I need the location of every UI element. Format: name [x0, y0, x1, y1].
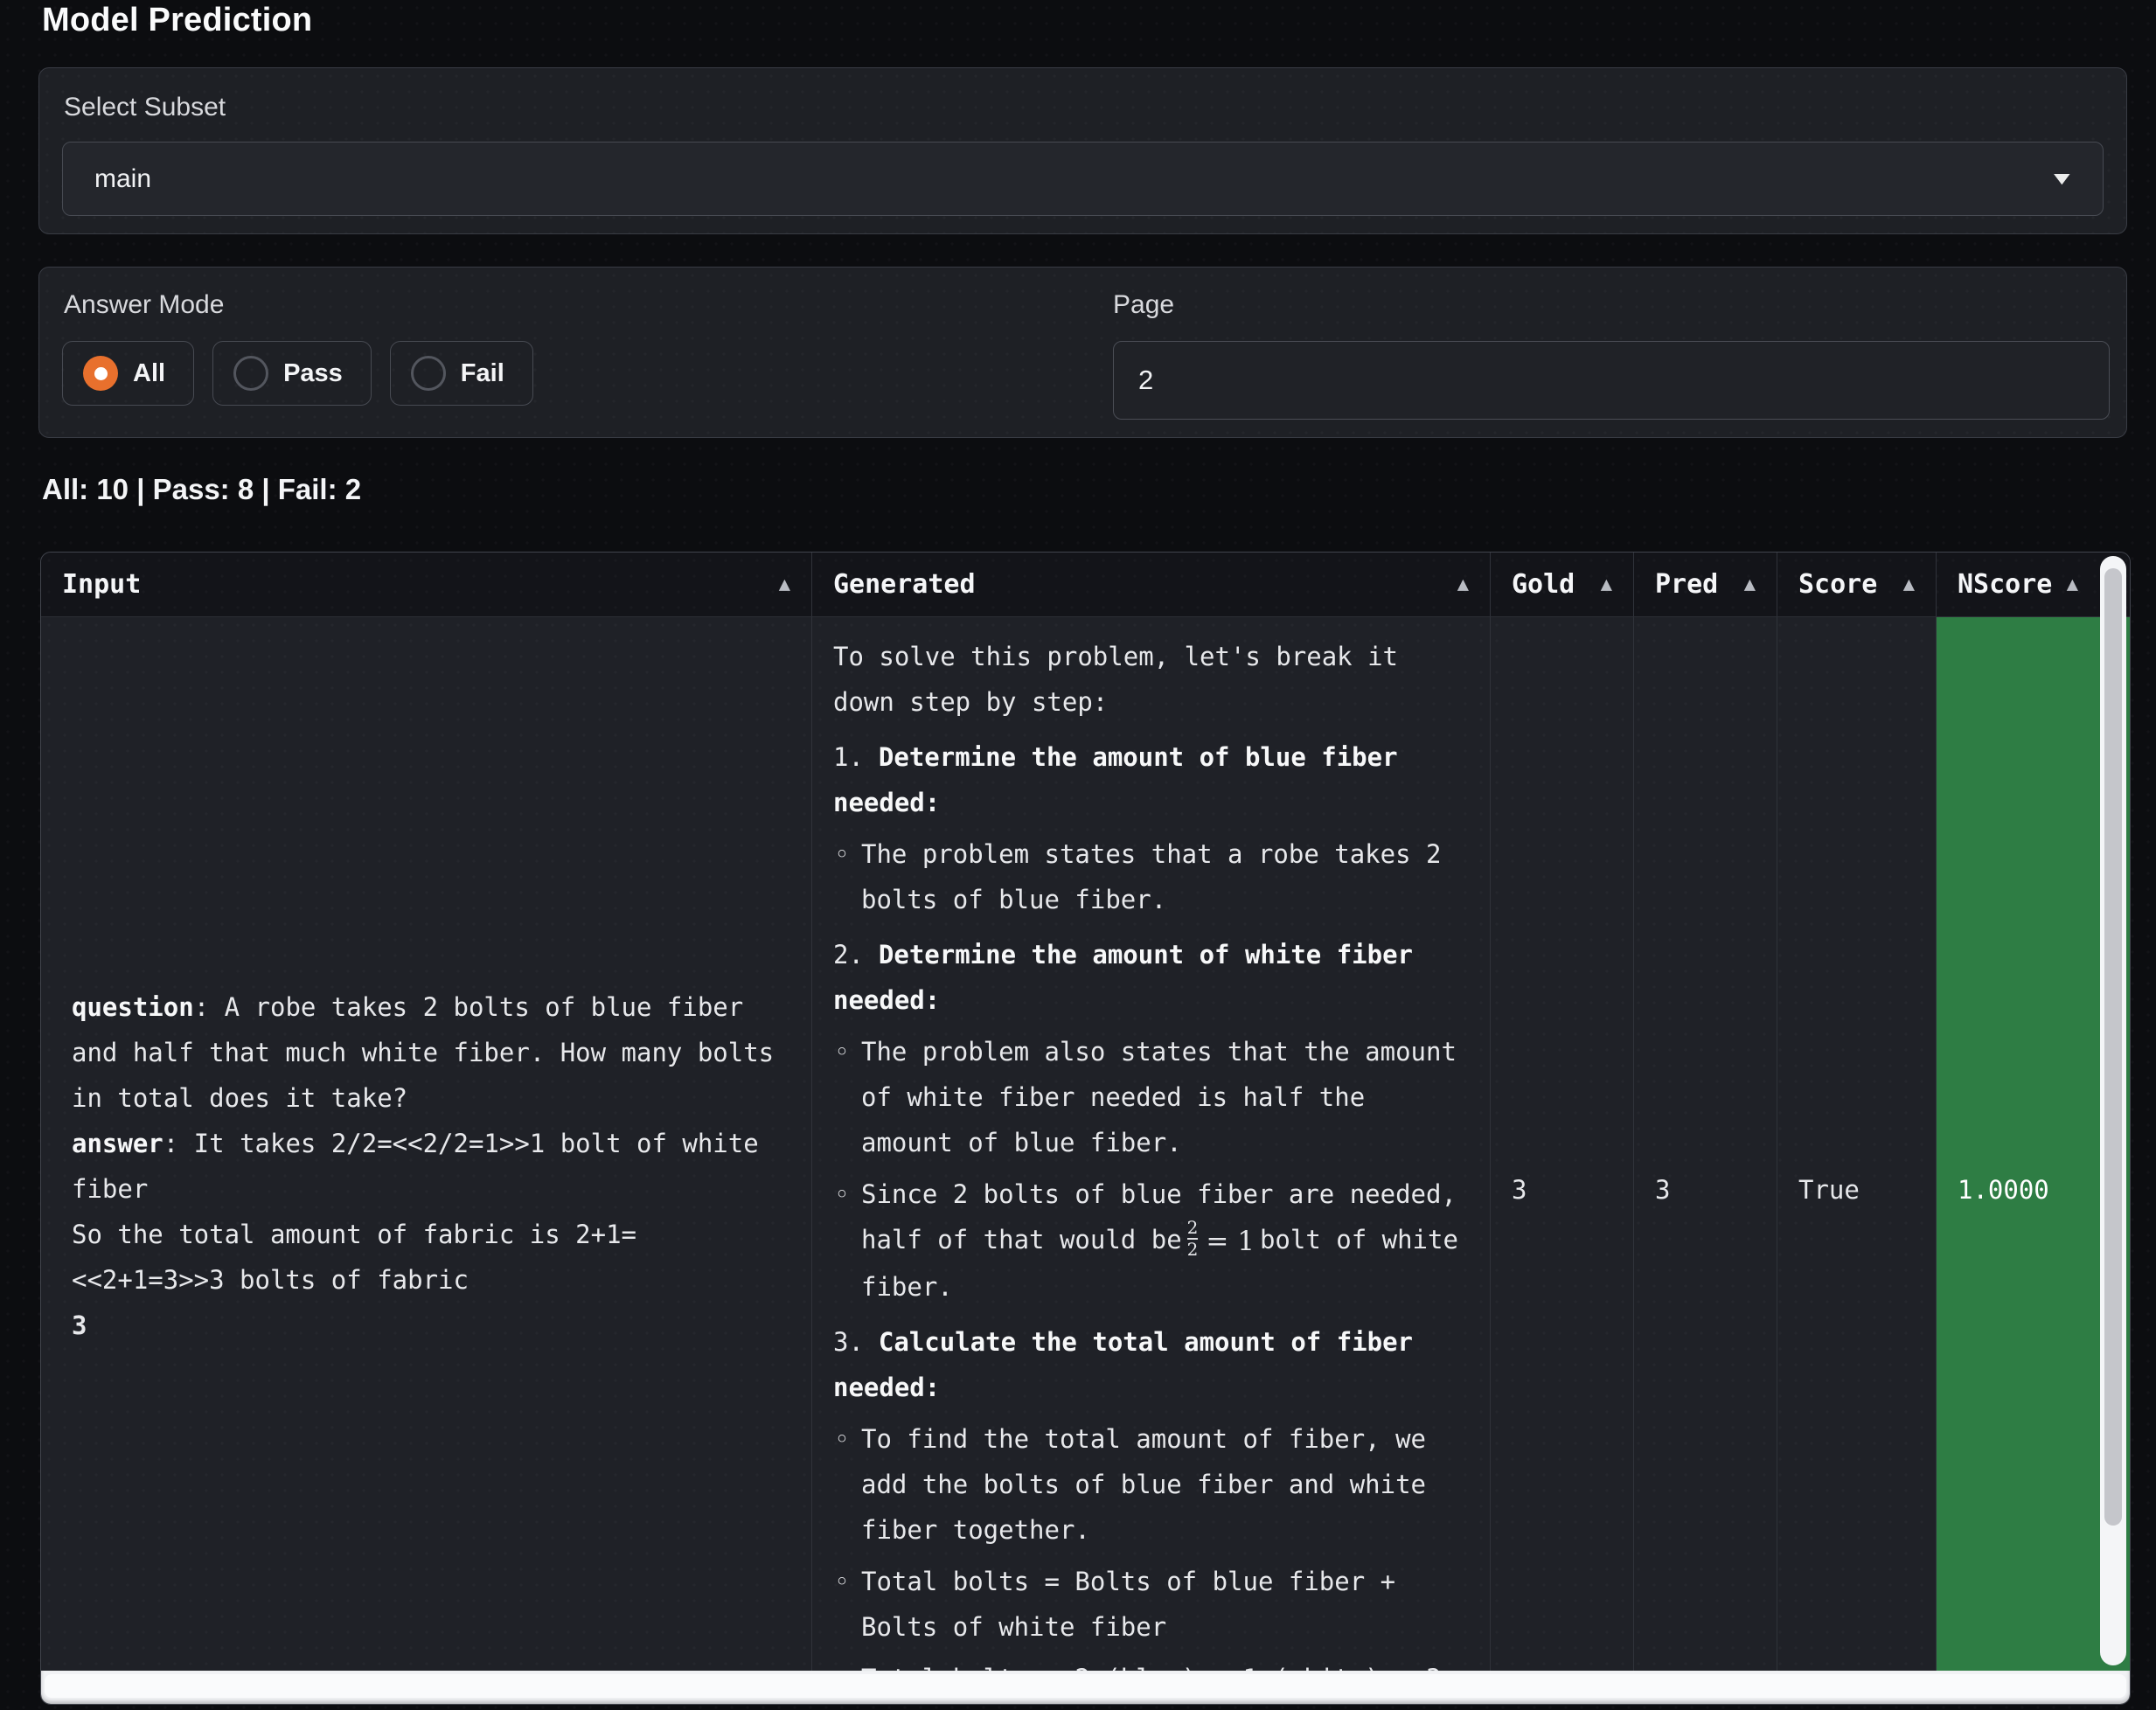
vertical-scrollbar[interactable] [2100, 556, 2126, 1665]
cell-pred: 3 [1634, 617, 1777, 1671]
radio-icon [83, 356, 118, 391]
question-paragraph: question: A robe takes 2 bolts of blue f… [72, 984, 781, 1121]
radio-option-all[interactable]: All [62, 341, 194, 406]
subset-card: Select Subset main ▼ [38, 67, 2127, 234]
step-heading: 1.Determine the amount of blue fiber nee… [833, 734, 1469, 825]
status-summary: All: 10 | Pass: 8 | Fail: 2 [42, 473, 361, 506]
radio-icon [411, 356, 446, 391]
circle-bullet-icon: ◦ [833, 1171, 851, 1310]
sort-asc-icon[interactable]: ▲ [779, 573, 790, 595]
column-header-nscore[interactable]: NScore ▲ [1937, 553, 2099, 616]
page-input-value: 2 [1138, 365, 1153, 396]
list-item: ◦ To find the total amount of fiber, we … [833, 1416, 1469, 1553]
answer-mode-label: Answer Mode [64, 290, 224, 320]
step-heading: 2.Determine the amount of white fiber ne… [833, 932, 1469, 1023]
subset-label: Select Subset [64, 93, 226, 122]
chevron-down-icon: ▼ [2048, 169, 2076, 190]
cell-gold: 3 [1491, 617, 1634, 1671]
subset-selected-value: main [94, 164, 151, 194]
list-item: ◦ The problem states that a robe takes 2… [833, 831, 1469, 922]
circle-bullet-icon: ◦ [833, 831, 851, 922]
circle-bullet-icon: ◦ [833, 1029, 851, 1165]
radio-icon [233, 356, 268, 391]
column-header-generated[interactable]: Generated ▲ [812, 553, 1491, 616]
horizontal-scrollbar[interactable] [41, 1671, 2130, 1704]
column-header-gold[interactable]: Gold ▲ [1491, 553, 1634, 616]
cell-input: question: A robe takes 2 bolts of blue f… [41, 617, 812, 1671]
circle-bullet-icon: ◦ [833, 1656, 851, 1671]
list-item: ◦ Total bolts = Bolts of blue fiber + Bo… [833, 1559, 1469, 1650]
radio-option-pass[interactable]: Pass [212, 341, 372, 406]
subset-dropdown[interactable]: main ▼ [62, 142, 2104, 216]
horizontal-scrollbar-thumb[interactable] [45, 1674, 2126, 1698]
app-page: Model Prediction Select Subset main ▼ An… [0, 0, 2156, 1710]
final-answer: 3 [72, 1303, 781, 1348]
sort-asc-icon[interactable]: ▲ [1601, 573, 1612, 595]
circle-bullet-icon: ◦ [833, 1559, 851, 1650]
list-item: ◦ Total bolts = 2 (blue) + 1 (white) = 3… [833, 1656, 1469, 1671]
column-header-input[interactable]: Input ▲ [41, 553, 812, 616]
cell-score: True [1777, 617, 1937, 1671]
sort-asc-icon[interactable]: ▲ [2067, 573, 2078, 595]
math-fraction: 22= 1 [1187, 1217, 1255, 1264]
controls-card: Answer Mode All Pass Fail Page 2 [38, 267, 2127, 438]
answer-mode-radio-group: All Pass Fail [62, 341, 533, 406]
list-item-with-math: ◦ Since 2 bolts of blue fiber are needed… [833, 1171, 1469, 1310]
circle-bullet-icon: ◦ [833, 1416, 851, 1553]
step-heading: 3.Calculate the total amount of fiber ne… [833, 1319, 1469, 1410]
sort-asc-icon[interactable]: ▲ [1457, 573, 1469, 595]
answer-line2: So the total amount of fabric is 2+1=<<2… [72, 1212, 781, 1303]
table-row[interactable]: question: A robe takes 2 bolts of blue f… [41, 617, 2130, 1671]
column-header-score[interactable]: Score ▲ [1777, 553, 1937, 616]
sort-asc-icon[interactable]: ▲ [1903, 573, 1915, 595]
cell-generated: To solve this problem, let's break it do… [812, 617, 1491, 1671]
sort-asc-icon[interactable]: ▲ [1744, 573, 1756, 595]
generated-intro: To solve this problem, let's break it do… [833, 634, 1469, 725]
answer-paragraph: answer: It takes 2/2=<<2/2=1>>1 bolt of … [72, 1121, 781, 1212]
list-item: ◦ The problem also states that the amoun… [833, 1029, 1469, 1165]
page-input[interactable]: 2 [1113, 341, 2110, 420]
table-header-row: Input ▲ Generated ▲ Gold ▲ Pred ▲ Score … [41, 553, 2130, 617]
vertical-scrollbar-thumb[interactable] [2104, 568, 2122, 1526]
radio-option-fail[interactable]: Fail [390, 341, 533, 406]
results-table: Input ▲ Generated ▲ Gold ▲ Pred ▲ Score … [40, 552, 2131, 1705]
page-title: Model Prediction [42, 2, 312, 39]
page-label: Page [1113, 290, 1174, 320]
column-header-pred[interactable]: Pred ▲ [1634, 553, 1777, 616]
